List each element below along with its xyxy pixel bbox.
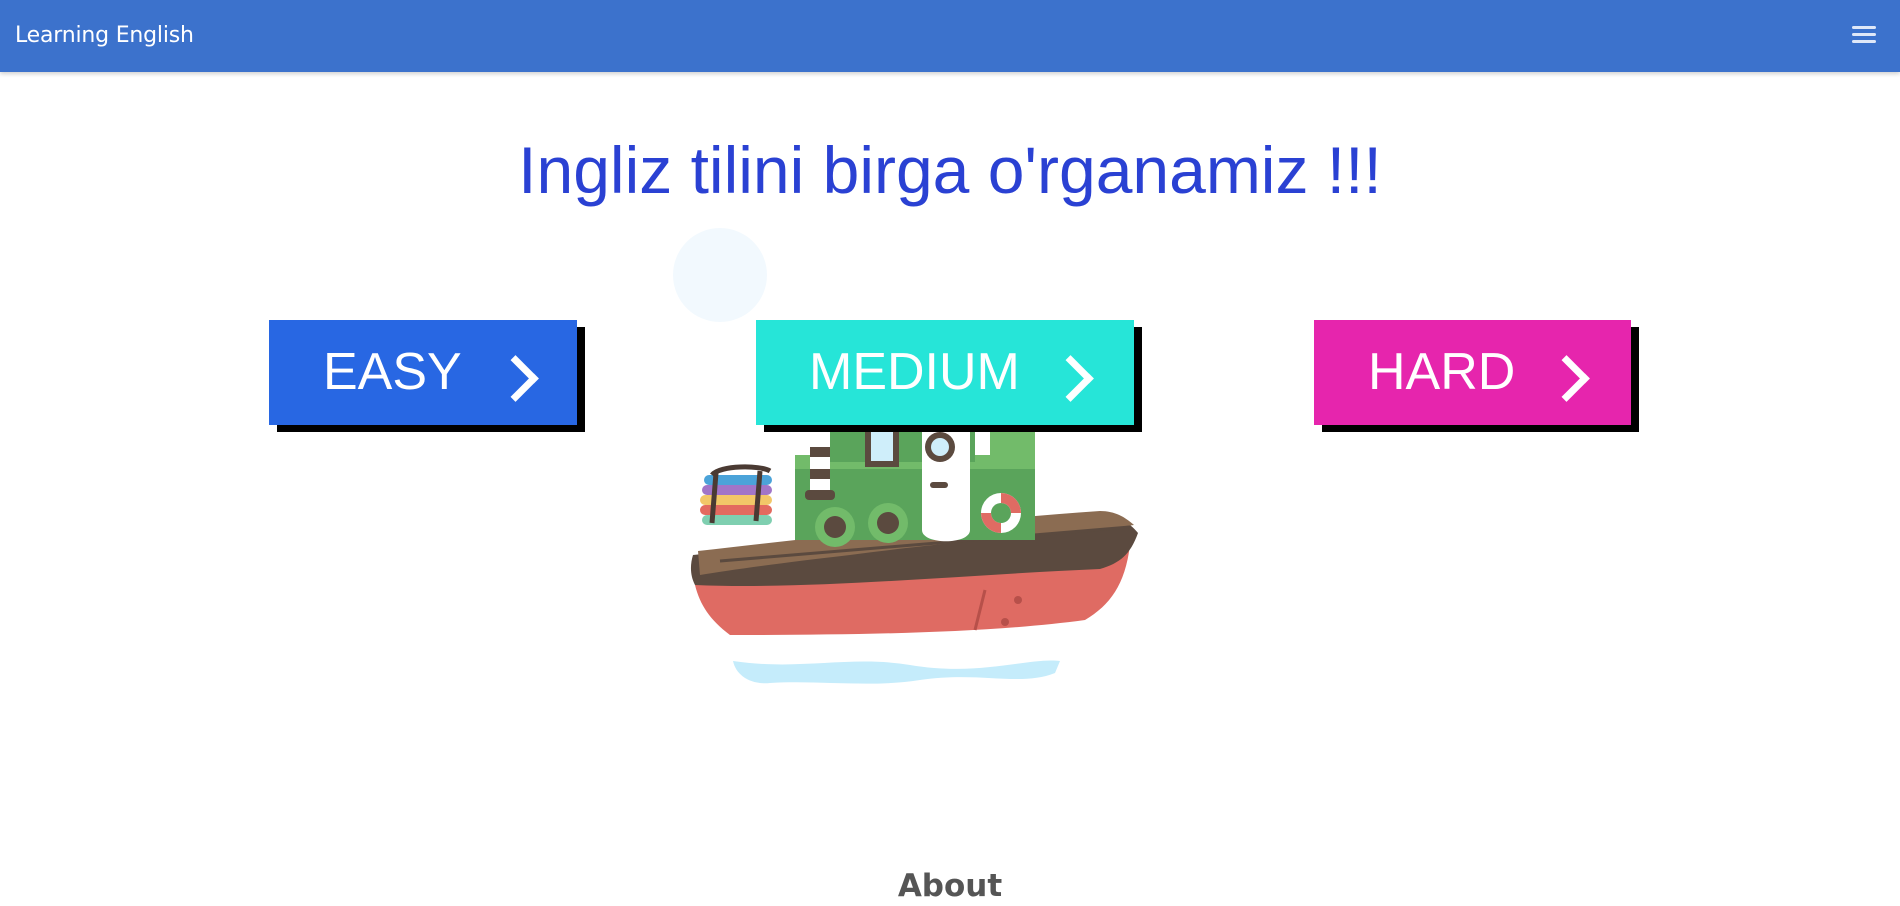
about-heading: About (897, 868, 1003, 904)
top-navbar: Learning English (0, 0, 1900, 72)
medium-level-button[interactable]: MEDIUM (756, 320, 1134, 425)
menu-line (1852, 33, 1876, 36)
menu-line (1852, 40, 1876, 43)
menu-line (1852, 26, 1876, 29)
chevron-right-icon (492, 355, 539, 402)
brand-link[interactable]: Learning English (15, 22, 194, 50)
hard-level-button[interactable]: HARD (1314, 320, 1631, 425)
hamburger-menu-icon[interactable] (1852, 24, 1878, 48)
medium-level-label: MEDIUM (809, 343, 1020, 401)
page-title: Ingliz tilini birga o'rganamiz !!! (518, 133, 1382, 207)
tugboat-illustration (673, 228, 1138, 684)
easy-level-label: EASY (323, 343, 462, 401)
easy-level-button[interactable]: EASY (269, 320, 577, 425)
hard-level-label: HARD (1368, 343, 1516, 401)
chevron-right-icon (1047, 355, 1094, 402)
chevron-right-icon (1543, 355, 1590, 402)
